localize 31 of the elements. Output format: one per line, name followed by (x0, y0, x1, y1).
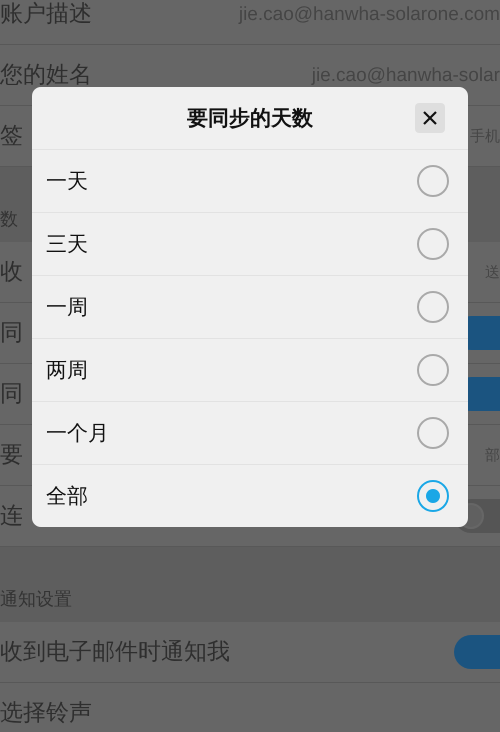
setting-label: 账户描述 (0, 2, 92, 26)
option-label: 全部 (46, 483, 88, 510)
option-label: 两周 (46, 357, 88, 384)
radio-button[interactable] (417, 417, 449, 449)
radio-button[interactable] (417, 354, 449, 386)
option-item[interactable]: 一周 (32, 275, 468, 338)
setting-label: 同 (0, 382, 23, 406)
radio-button[interactable] (417, 291, 449, 323)
option-label: 一天 (46, 168, 88, 195)
radio-button[interactable] (417, 228, 449, 260)
setting-label: 收 (0, 260, 23, 284)
setting-label: 您的姓名 (0, 64, 92, 86)
setting-label: 要 (0, 444, 23, 466)
close-icon (422, 110, 438, 126)
option-label: 三天 (46, 231, 88, 258)
option-item[interactable]: 三天 (32, 212, 468, 275)
option-item[interactable]: 一天 (32, 150, 468, 212)
setting-label: 收到电子邮件时通知我 (0, 640, 230, 664)
option-item[interactable]: 两周 (32, 338, 468, 401)
option-label: 一周 (46, 294, 88, 321)
setting-label: 签 (0, 124, 23, 148)
radio-button[interactable] (417, 480, 449, 512)
option-item[interactable]: 全部 (32, 464, 468, 527)
radio-button[interactable] (417, 165, 449, 197)
close-button[interactable] (415, 103, 445, 133)
setting-label: 连 (0, 504, 23, 528)
option-label: 一个月 (46, 420, 109, 447)
setting-label: 选择铃声 (0, 702, 92, 724)
setting-label: 同 (0, 322, 23, 344)
option-item[interactable]: 一个月 (32, 401, 468, 464)
dialog-title: 要同步的天数 (187, 105, 313, 132)
